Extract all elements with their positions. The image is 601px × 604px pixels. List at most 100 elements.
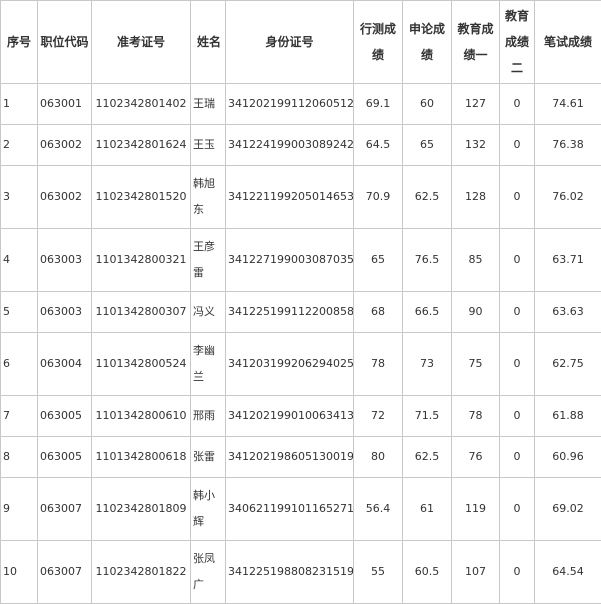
cell-name: 王彦雷 [191, 229, 226, 292]
cell-edu1: 119 [452, 478, 500, 541]
cell-name: 韩旭东 [191, 166, 226, 229]
cell-written: 76.38 [535, 125, 601, 166]
cell-name: 韩小辉 [191, 478, 226, 541]
cell-exam-no: 1101342800610 [92, 396, 191, 437]
cell-position-code: 063005 [38, 437, 92, 478]
cell-xingce: 64.5 [354, 125, 403, 166]
table-row: 2 063002 1102342801624 王玉 34122419900308… [1, 125, 601, 166]
cell-seq: 7 [1, 396, 38, 437]
cell-xingce: 78 [354, 333, 403, 396]
cell-edu2: 0 [500, 166, 535, 229]
table-row: 10 063007 1102342801822 张凤广 341225198808… [1, 541, 601, 604]
cell-xingce: 80 [354, 437, 403, 478]
header-written: 笔试成绩 [535, 1, 601, 84]
cell-id-no: 341221199205014653 [226, 166, 354, 229]
cell-edu2: 0 [500, 84, 535, 125]
cell-shenlun: 60 [403, 84, 452, 125]
cell-xingce: 69.1 [354, 84, 403, 125]
cell-exam-no: 1101342800618 [92, 437, 191, 478]
cell-id-no: 341203199206294025 [226, 333, 354, 396]
cell-edu1: 76 [452, 437, 500, 478]
cell-shenlun: 73 [403, 333, 452, 396]
cell-name: 李幽兰 [191, 333, 226, 396]
cell-id-no: 340621199101165271 [226, 478, 354, 541]
cell-exam-no: 1101342800524 [92, 333, 191, 396]
cell-position-code: 063005 [38, 396, 92, 437]
header-shenlun: 申论成绩 [403, 1, 452, 84]
cell-shenlun: 60.5 [403, 541, 452, 604]
cell-shenlun: 65 [403, 125, 452, 166]
cell-written: 64.54 [535, 541, 601, 604]
cell-position-code: 063007 [38, 478, 92, 541]
table-row: 3 063002 1102342801520 韩旭东 3412211992050… [1, 166, 601, 229]
cell-edu1: 107 [452, 541, 500, 604]
cell-name: 冯义 [191, 292, 226, 333]
cell-name: 张凤广 [191, 541, 226, 604]
cell-written: 69.02 [535, 478, 601, 541]
cell-edu2: 0 [500, 333, 535, 396]
cell-edu1: 128 [452, 166, 500, 229]
cell-id-no: 341202199112060512 [226, 84, 354, 125]
cell-id-no: 341224199003089242 [226, 125, 354, 166]
cell-written: 74.61 [535, 84, 601, 125]
cell-name: 王玉 [191, 125, 226, 166]
cell-edu2: 0 [500, 437, 535, 478]
cell-position-code: 063007 [38, 541, 92, 604]
cell-exam-no: 1102342801809 [92, 478, 191, 541]
cell-shenlun: 76.5 [403, 229, 452, 292]
cell-seq: 4 [1, 229, 38, 292]
header-xingce: 行测成绩 [354, 1, 403, 84]
cell-name: 王瑞 [191, 84, 226, 125]
cell-xingce: 68 [354, 292, 403, 333]
cell-edu2: 0 [500, 229, 535, 292]
cell-edu2: 0 [500, 541, 535, 604]
cell-seq: 3 [1, 166, 38, 229]
cell-written: 63.71 [535, 229, 601, 292]
cell-edu2: 0 [500, 478, 535, 541]
table-row: 4 063003 1101342800321 王彦雷 3412271990030… [1, 229, 601, 292]
table-row: 8 063005 1101342800618 张雷 34120219860513… [1, 437, 601, 478]
cell-shenlun: 66.5 [403, 292, 452, 333]
cell-position-code: 063001 [38, 84, 92, 125]
cell-position-code: 063002 [38, 166, 92, 229]
cell-edu2: 0 [500, 125, 535, 166]
cell-edu1: 127 [452, 84, 500, 125]
cell-position-code: 063003 [38, 292, 92, 333]
cell-seq: 2 [1, 125, 38, 166]
cell-seq: 5 [1, 292, 38, 333]
cell-edu1: 90 [452, 292, 500, 333]
cell-exam-no: 1102342801520 [92, 166, 191, 229]
cell-written: 76.02 [535, 166, 601, 229]
cell-written: 61.88 [535, 396, 601, 437]
cell-exam-no: 1102342801822 [92, 541, 191, 604]
header-exam-no: 准考证号 [92, 1, 191, 84]
cell-shenlun: 61 [403, 478, 452, 541]
cell-shenlun: 62.5 [403, 166, 452, 229]
header-name: 姓名 [191, 1, 226, 84]
cell-position-code: 063003 [38, 229, 92, 292]
header-id-no: 身份证号 [226, 1, 354, 84]
cell-id-no: 341225198808231519 [226, 541, 354, 604]
cell-edu1: 132 [452, 125, 500, 166]
cell-id-no: 341202199010063413 [226, 396, 354, 437]
table-row: 9 063007 1102342801809 韩小辉 3406211991011… [1, 478, 601, 541]
header-seq: 序号 [1, 1, 38, 84]
cell-id-no: 341202198605130019 [226, 437, 354, 478]
cell-position-code: 063002 [38, 125, 92, 166]
cell-edu1: 75 [452, 333, 500, 396]
cell-seq: 6 [1, 333, 38, 396]
cell-edu1: 85 [452, 229, 500, 292]
cell-exam-no: 1102342801624 [92, 125, 191, 166]
cell-shenlun: 71.5 [403, 396, 452, 437]
cell-xingce: 70.9 [354, 166, 403, 229]
cell-written: 60.96 [535, 437, 601, 478]
header-edu1: 教育成绩一 [452, 1, 500, 84]
cell-seq: 1 [1, 84, 38, 125]
cell-edu1: 78 [452, 396, 500, 437]
cell-shenlun: 62.5 [403, 437, 452, 478]
cell-seq: 10 [1, 541, 38, 604]
cell-written: 63.63 [535, 292, 601, 333]
header-row: 序号 职位代码 准考证号 姓名 身份证号 行测成绩 申论成绩 教育成绩一 教育成… [1, 1, 601, 84]
cell-position-code: 063004 [38, 333, 92, 396]
cell-seq: 8 [1, 437, 38, 478]
